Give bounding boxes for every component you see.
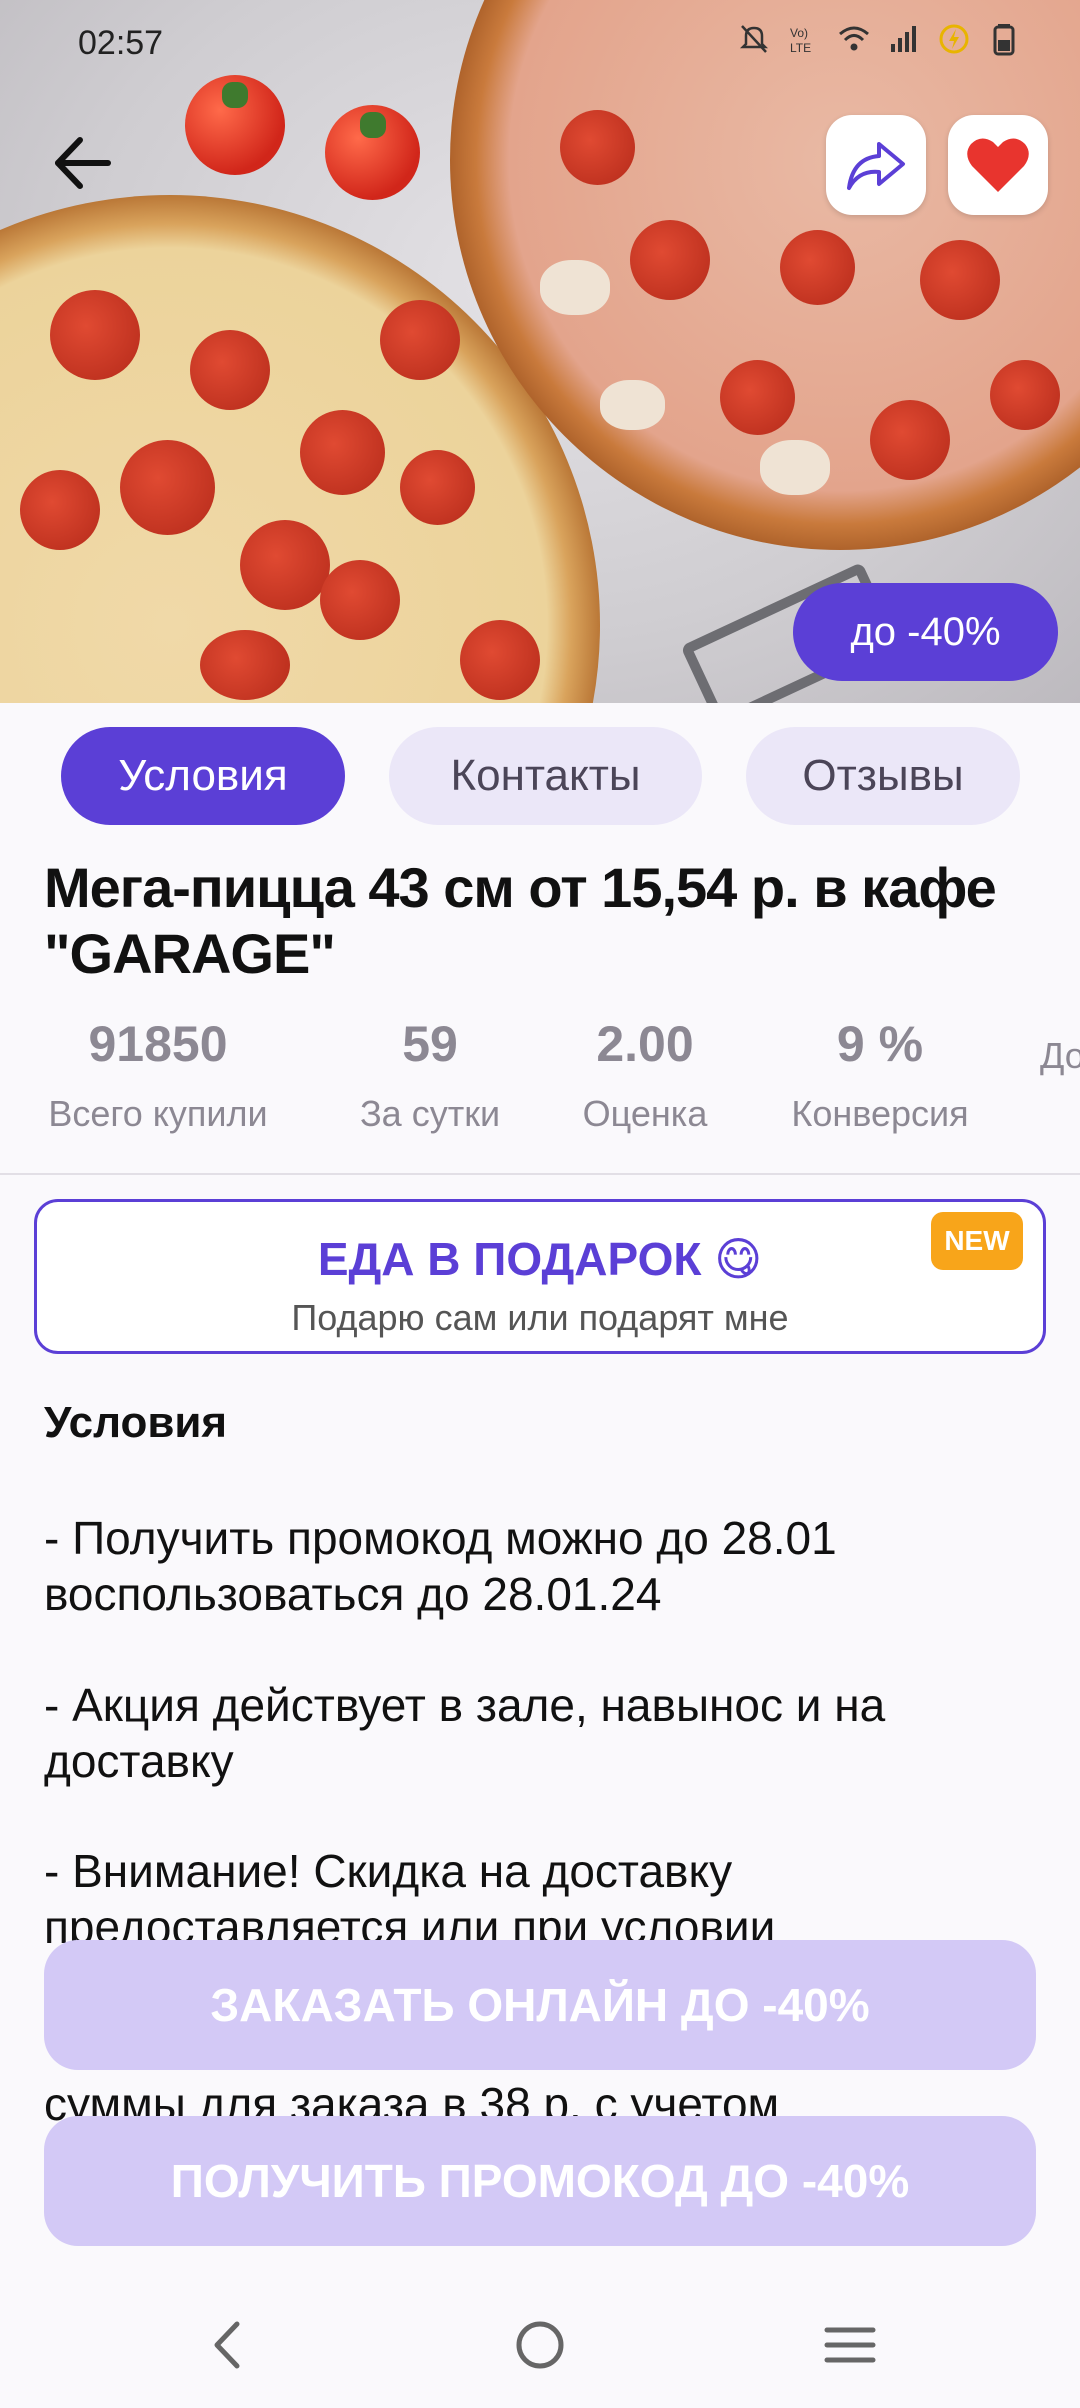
signal-icon — [891, 26, 916, 52]
tab-reviews[interactable]: Отзывы — [746, 727, 1020, 825]
pepperoni-decoration — [780, 230, 855, 305]
stat-label: До — [1040, 1035, 1080, 1076]
nav-menu-icon[interactable] — [815, 2310, 885, 2380]
heart-icon — [967, 138, 1029, 192]
condition-paragraph: - Внимание! Скидка на доставку предостав… — [44, 1845, 776, 1953]
stat-conversion: 9 % Конверсия — [770, 1015, 990, 1135]
new-badge: NEW — [931, 1212, 1023, 1270]
svg-text:LTE: LTE — [790, 41, 811, 55]
order-online-button[interactable]: ЗАКАЗАТЬ ОНЛАЙН ДО -40% — [44, 1940, 1036, 2070]
hero-image: 02:57 Vo) LTE до -40% — [0, 0, 1080, 703]
mushroom-decoration — [540, 260, 610, 315]
condition-paragraph: - Получить промокод можно до 28.01 воспо… — [44, 1512, 837, 1620]
stat-label: Всего купили — [48, 1093, 268, 1134]
mushroom-decoration — [600, 380, 665, 430]
pepperoni-decoration — [320, 560, 400, 640]
pepperoni-decoration — [990, 360, 1060, 430]
back-arrow-icon[interactable] — [48, 128, 118, 198]
battery-icon — [993, 24, 1015, 56]
stat-label: Конверсия — [791, 1093, 969, 1134]
pepperoni-decoration — [20, 470, 100, 550]
tab-contacts[interactable]: Контакты — [389, 727, 702, 825]
pepperoni-decoration — [240, 520, 330, 610]
status-icons: Vo) LTE — [738, 22, 1020, 56]
pepperoni-decoration — [120, 440, 215, 535]
nav-home-icon[interactable] — [505, 2310, 575, 2380]
stat-value: 91850 — [88, 1016, 228, 1072]
tomato-stem-decoration — [360, 112, 386, 138]
stat-cutoff: До — [1040, 1015, 1080, 1077]
system-nav-bar — [0, 2280, 1080, 2408]
mute-icon — [739, 25, 769, 53]
condition-paragraph: - Акция действует в зале, навынос и на д… — [44, 1679, 886, 1787]
favorite-button[interactable] — [948, 115, 1048, 215]
get-promo-button[interactable]: ПОЛУЧИТЬ ПРОМОКОД ДО -40% — [44, 2116, 1036, 2246]
pepperoni-decoration — [920, 240, 1000, 320]
pepperoni-decoration — [630, 220, 710, 300]
pepperoni-decoration — [460, 620, 540, 700]
nav-back-icon[interactable] — [193, 2310, 263, 2380]
stat-total-bought: 91850 Всего купили — [28, 1015, 288, 1135]
gift-food-banner[interactable]: ЕДА В ПОДАРОК 😋 Подарю сам или подарят м… — [34, 1199, 1046, 1354]
mushroom-decoration — [760, 440, 830, 495]
share-icon — [847, 142, 905, 190]
status-time: 02:57 — [78, 24, 164, 62]
conditions-heading: Условия — [44, 1398, 228, 1447]
pepperoni-decoration — [720, 360, 795, 435]
gift-title: ЕДА В ПОДАРОК 😋 — [317, 1233, 763, 1285]
pepperoni-decoration — [870, 400, 950, 480]
pepperoni-decoration — [400, 450, 475, 525]
battery-saver-icon — [939, 24, 969, 54]
svg-text:Vo): Vo) — [790, 26, 808, 40]
pepperoni-decoration — [50, 290, 140, 380]
share-button[interactable] — [826, 115, 926, 215]
volte-icon: Vo)LTE — [790, 26, 811, 55]
stats-row: 91850 Всего купили 59 За сутки 2.00 Оцен… — [0, 1015, 1080, 1145]
pepperoni-decoration — [380, 300, 460, 380]
pepperoni-decoration — [200, 630, 290, 700]
pepperoni-decoration — [560, 110, 635, 185]
stat-value: 59 — [402, 1016, 458, 1072]
tab-conditions[interactable]: Условия — [61, 727, 345, 825]
wifi-icon — [839, 26, 869, 51]
discount-badge: до -40% — [793, 583, 1058, 681]
pepperoni-decoration — [300, 410, 385, 495]
stat-value: 2.00 — [596, 1016, 694, 1072]
divider — [0, 1173, 1080, 1175]
stat-label: Оценка — [582, 1093, 708, 1134]
pepperoni-decoration — [190, 330, 270, 410]
stat-label: За сутки — [359, 1093, 501, 1134]
stat-value: 9 % — [836, 1016, 924, 1072]
gift-subtitle: Подарю сам или подарят мне — [291, 1297, 789, 1338]
stat-rating: 2.00 Оценка — [560, 1015, 730, 1135]
deal-title: Мега-пицца 43 см от 15,54 р. в кафе "GAR… — [44, 856, 997, 985]
status-bar: 02:57 Vo) LTE — [0, 0, 1080, 90]
stat-per-day: 59 За сутки — [340, 1015, 520, 1135]
